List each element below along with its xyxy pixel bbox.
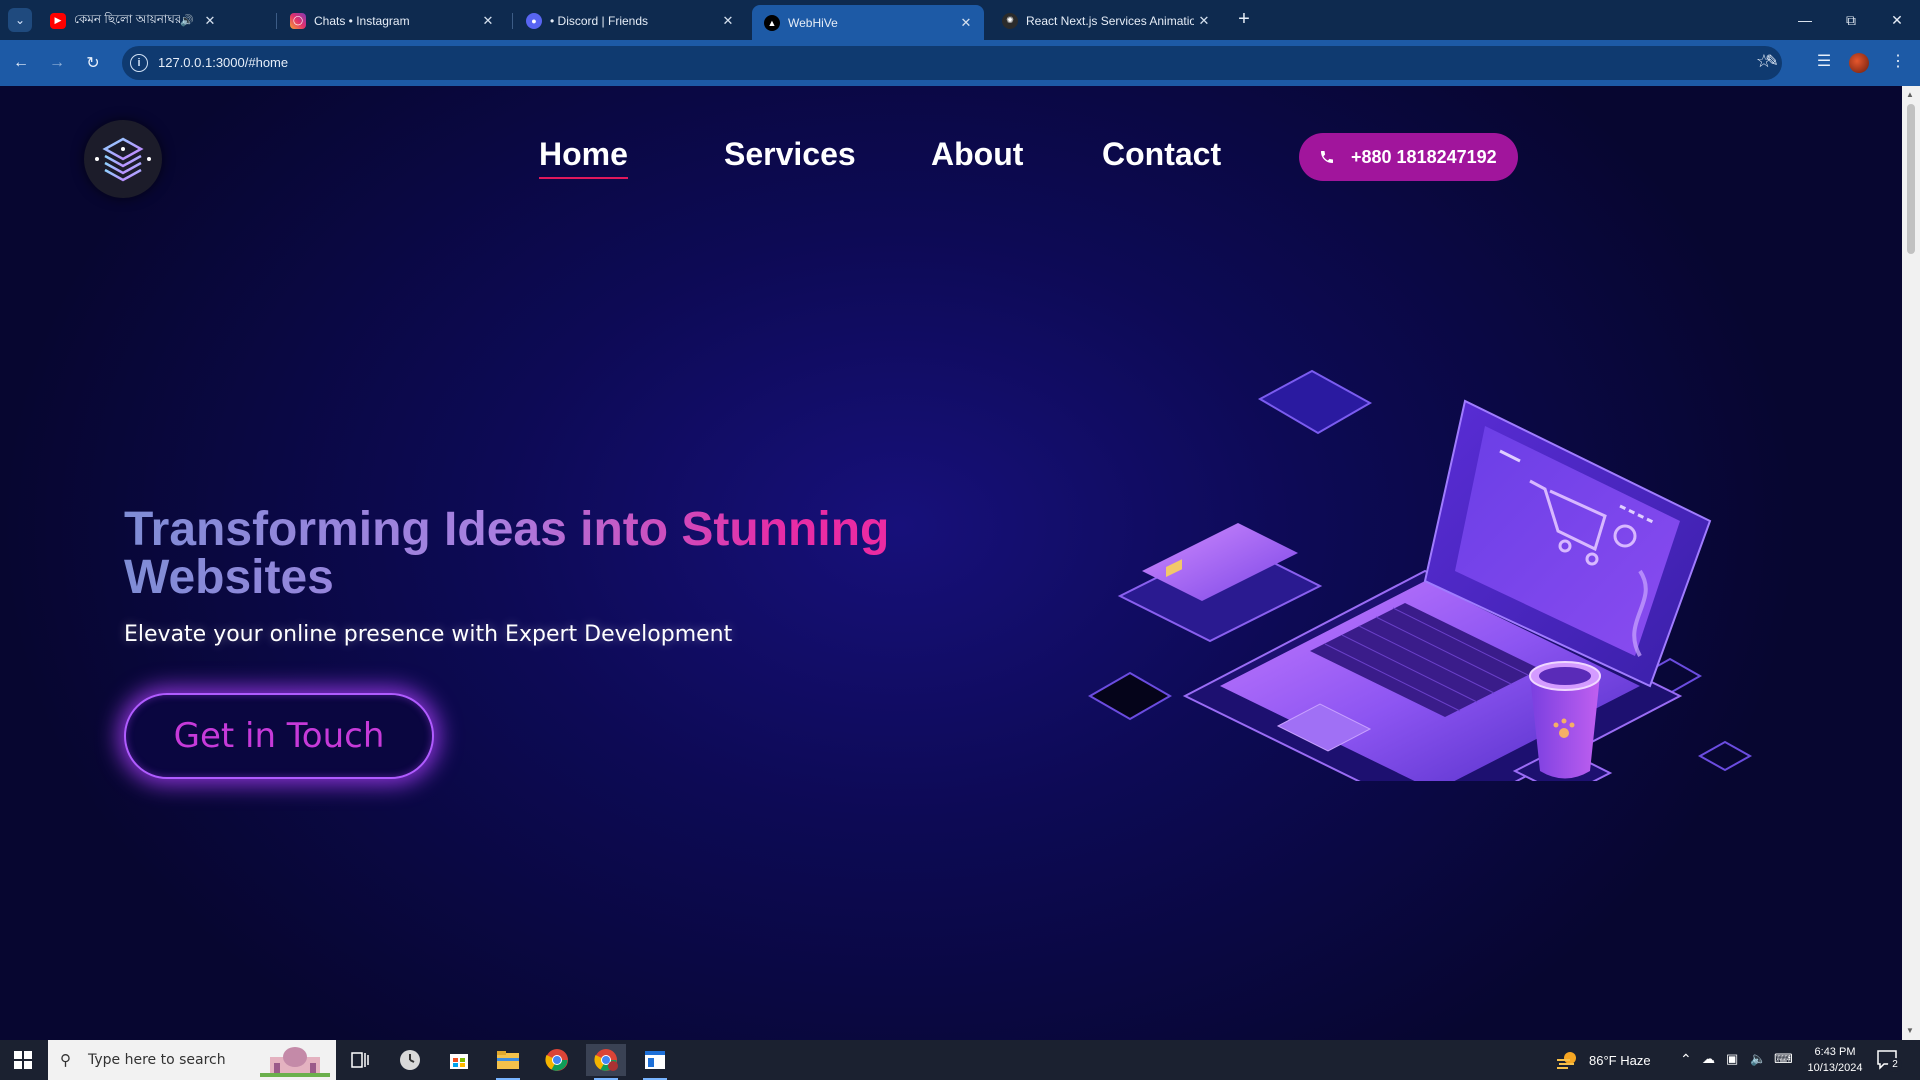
discord-icon: ● — [526, 12, 542, 29]
file-explorer-icon[interactable] — [488, 1044, 528, 1080]
youtube-icon: ▶ — [50, 12, 66, 29]
hero-title-line-1: Transforming Ideas into Stunning — [124, 503, 890, 556]
task-view-icon[interactable] — [340, 1044, 380, 1076]
onedrive-cloud-icon[interactable]: ☁ — [1702, 1051, 1715, 1067]
search-placeholder: Type here to search — [88, 1052, 226, 1068]
clock-time: 6:43 PM — [1814, 1046, 1856, 1058]
webhive-logo[interactable] — [84, 120, 162, 198]
phone-number: +880 1818247192 — [1351, 146, 1497, 167]
keyboard-icon[interactable]: ⌨ — [1774, 1051, 1793, 1067]
address-bar[interactable]: i 127.0.0.1:3000/#home ☆ — [122, 46, 1782, 80]
openai-icon: ✺ — [1002, 12, 1018, 29]
scroll-up-arrow-icon[interactable]: ▲ — [1906, 90, 1914, 99]
hero-title: Transforming Ideas into Stunning Website… — [124, 506, 944, 602]
windows-taskbar: ⚲ Type here to search 86°F Haze ⌃ ☁ ▣ 🔈 … — [0, 1040, 1920, 1080]
close-tab-icon[interactable]: ✕ — [478, 13, 498, 29]
tab-search-chevron-icon[interactable]: ⌄ — [8, 8, 32, 32]
profile-avatar[interactable] — [1849, 53, 1869, 73]
network-icon[interactable]: ▣ — [1726, 1051, 1738, 1067]
tab-instagram[interactable]: ◯ Chats • Instagram ✕ — [278, 5, 506, 36]
media-controls-icon[interactable]: ☰ — [1812, 51, 1836, 71]
notification-center-icon[interactable]: 2 — [1876, 1048, 1902, 1072]
tab-youtube[interactable]: ▶ কেমন ছিলো আয়নাঘর এর ফি 🔊 ✕ — [38, 5, 228, 36]
tab-react-nextjs[interactable]: ✺ React Next.js Services Animatio ✕ — [990, 5, 1222, 36]
clock-app-icon[interactable] — [390, 1044, 430, 1076]
hero-subtitle: Elevate your online presence with Expert… — [124, 622, 733, 647]
reload-icon[interactable]: ↻ — [80, 50, 106, 76]
weather-icon[interactable] — [1556, 1050, 1578, 1075]
weather-text[interactable]: 86°F Haze — [1589, 1053, 1651, 1068]
new-tab-icon[interactable]: + — [1232, 8, 1256, 32]
nav-contact[interactable]: Contact — [1102, 136, 1221, 173]
get-in-touch-button[interactable]: Get in Touch — [124, 693, 434, 779]
speaker-icon[interactable]: 🔊 — [180, 14, 194, 27]
taskbar-search-box[interactable]: ⚲ Type here to search — [48, 1040, 336, 1080]
tab-title: • Discord | Friends — [550, 13, 649, 28]
close-tab-icon[interactable]: ✕ — [718, 13, 738, 29]
show-hidden-icons-chevron-icon[interactable]: ⌃ — [1680, 1051, 1692, 1068]
system-clock[interactable]: 6:43 PM 10/13/2024 — [1800, 1044, 1870, 1076]
hero-title-line-2: Websites — [124, 551, 334, 604]
search-highlight-art-icon — [260, 1043, 330, 1077]
windows-start-icon[interactable] — [0, 1040, 46, 1080]
tab-divider — [276, 13, 277, 29]
extensions-icon[interactable]: ✎ — [1760, 51, 1784, 71]
close-window-icon[interactable]: ✕ — [1874, 0, 1920, 40]
url-text[interactable]: 127.0.0.1:3000/#home — [158, 55, 288, 70]
volume-icon[interactable]: 🔈 — [1750, 1051, 1766, 1067]
browser-toolbar: ← → ↻ i 127.0.0.1:3000/#home ☆ ✎ ☰ ⋮ — [0, 40, 1920, 86]
tab-title: Chats • Instagram — [314, 13, 410, 28]
chrome-profile-icon[interactable] — [586, 1044, 626, 1080]
page-scrollbar[interactable]: ▲ ▼ — [1902, 86, 1920, 1040]
restore-icon[interactable]: ⧉ — [1828, 0, 1874, 40]
nav-about[interactable]: About — [931, 136, 1023, 173]
tab-discord[interactable]: ● • Discord | Friends ✕ — [514, 5, 746, 36]
browser-tab-strip: ⌄ ▶ কেমন ছিলো আয়নাঘর এর ফি 🔊 ✕ ◯ Chats … — [0, 0, 1920, 40]
phone-call-button[interactable]: +880 1818247192 — [1299, 133, 1518, 181]
tab-title: WebHiVe — [788, 15, 838, 30]
stacked-layers-logo-icon — [95, 137, 151, 182]
microsoft-store-icon[interactable] — [439, 1044, 479, 1076]
tab-title: React Next.js Services Animatio — [1026, 13, 1194, 28]
laptop-illustration — [1087, 369, 1753, 781]
back-icon[interactable]: ← — [8, 50, 34, 76]
webhive-icon: ▲ — [764, 14, 780, 31]
webhive-page: Home Services About Contact +880 1818247… — [0, 86, 1902, 1040]
scrollbar-thumb[interactable] — [1907, 104, 1915, 254]
forward-icon[interactable]: → — [44, 50, 70, 76]
tab-webhive[interactable]: ▲ WebHiVe ✕ — [752, 5, 984, 40]
close-tab-icon[interactable]: ✕ — [1194, 13, 1214, 29]
tab-title: কেমন ছিলো আয়নাঘর এর ফি — [74, 11, 181, 26]
nav-home[interactable]: Home — [539, 136, 628, 179]
close-tab-icon[interactable]: ✕ — [200, 13, 220, 29]
tab-divider — [512, 13, 513, 29]
scroll-down-arrow-icon[interactable]: ▼ — [1906, 1026, 1914, 1035]
notification-count: 2 — [1888, 1058, 1902, 1072]
minimize-icon[interactable]: — — [1782, 0, 1828, 40]
site-info-icon[interactable]: i — [130, 54, 148, 72]
search-icon: ⚲ — [60, 1052, 71, 1069]
chrome-icon[interactable] — [537, 1044, 577, 1076]
instagram-icon: ◯ — [290, 12, 306, 29]
close-tab-icon[interactable]: ✕ — [956, 15, 976, 31]
phone-icon — [1319, 149, 1335, 165]
menu-kebab-icon[interactable]: ⋮ — [1886, 51, 1910, 71]
clock-date: 10/13/2024 — [1807, 1062, 1863, 1074]
nav-services[interactable]: Services — [724, 136, 856, 173]
vscode-icon[interactable] — [635, 1044, 675, 1080]
